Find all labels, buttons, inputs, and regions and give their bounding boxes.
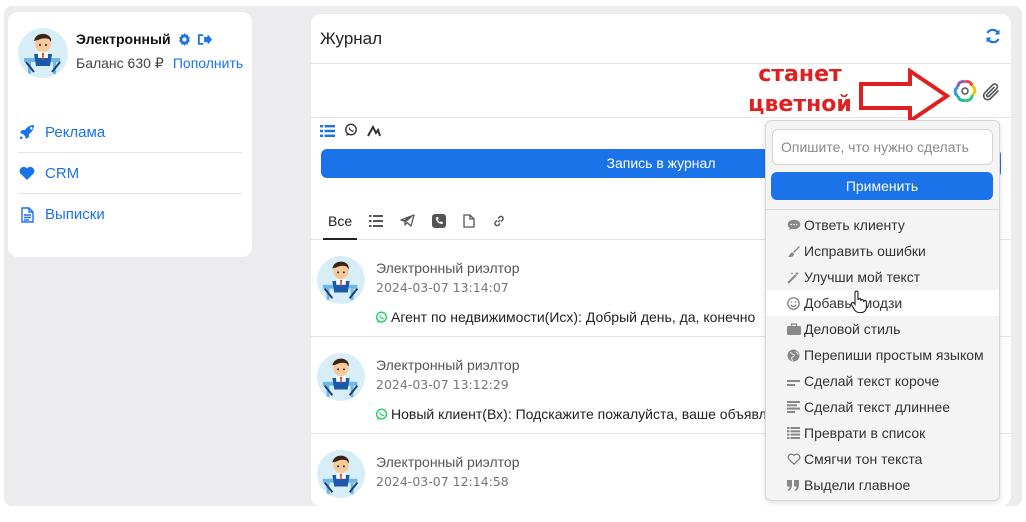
menu-item-label: Преврати в список (804, 425, 926, 441)
entry-timestamp: 2024-03-07 12:14:58 (376, 474, 509, 489)
menu-item-fix-errors[interactable]: Исправить ошибки (766, 238, 999, 264)
gear-icon[interactable] (178, 32, 191, 46)
journal-filter-tabs: Все (323, 204, 518, 240)
menu-item-to-list[interactable]: Преврати в список (766, 420, 999, 446)
entry-message: Новый клиент(Вх): Подскажите пожалуйста,… (391, 406, 767, 422)
user-card: Электронный Баланс 630 ₽ Пополнить (18, 28, 243, 78)
tab-all[interactable]: Все (323, 204, 358, 240)
menu-item-label: Исправить ошибки (804, 243, 926, 259)
menu-item-improve-text[interactable]: Улучши мой текст (766, 264, 999, 290)
apply-button[interactable]: Применить (771, 172, 993, 200)
tab-files[interactable] (458, 204, 480, 240)
entry-timestamp: 2024-03-07 13:14:07 (376, 280, 509, 295)
avatar[interactable] (18, 28, 68, 78)
menu-item-label: Ответь клиенту (804, 217, 905, 233)
divider (766, 209, 999, 210)
currency-symbol: ₽ (154, 55, 164, 71)
ai-assistant-icon[interactable] (953, 79, 977, 108)
smile-icon (786, 296, 801, 310)
file-icon (463, 213, 475, 231)
menu-item-simple-language[interactable]: Перепиши простым языком (766, 342, 999, 368)
globe-icon (786, 349, 801, 362)
whatsapp-icon[interactable] (344, 123, 358, 142)
chat-icon (786, 219, 801, 231)
tab-calls[interactable] (427, 204, 451, 240)
heart-outline-icon (786, 453, 801, 465)
tab-links[interactable] (487, 204, 511, 240)
document-icon (18, 206, 36, 223)
sidebar-item-crm[interactable]: CRM (18, 153, 242, 194)
annotation-line-1: станет (758, 62, 842, 87)
page-title: Журнал (320, 28, 383, 48)
avito-icon[interactable] (367, 124, 381, 142)
heart-icon (18, 166, 36, 180)
telegram-icon (400, 214, 415, 230)
menu-item-reply-client[interactable]: Ответь клиенту (766, 212, 999, 238)
menu-item-label: Перепиши простым языком (804, 347, 984, 363)
annotation-line-2: цветной (748, 92, 852, 117)
user-name: Электронный (76, 31, 171, 47)
list-icon (786, 427, 801, 439)
entry-author: Электронный риэлтор (376, 357, 520, 373)
magic-wand-icon (786, 271, 801, 284)
long-lines-icon (786, 401, 801, 413)
list-icon (369, 214, 384, 230)
quote-icon (786, 479, 801, 491)
sidebar-item-label: Реклама (45, 123, 106, 141)
logout-icon[interactable] (197, 33, 212, 46)
menu-item-label: Деловой стиль (804, 321, 901, 337)
tab-notes[interactable] (364, 204, 388, 240)
balance-label: Баланс 630 (76, 55, 151, 71)
avatar (317, 353, 365, 401)
entry-timestamp: 2024-03-07 13:12:29 (376, 377, 509, 392)
avatar (317, 450, 365, 498)
sidebar-item-statements[interactable]: Выписки (18, 194, 242, 235)
list-icon[interactable] (320, 124, 335, 142)
brush-icon (786, 245, 801, 258)
link-icon (492, 214, 506, 231)
paperclip-icon[interactable] (981, 81, 1003, 108)
menu-item-label: Выдели главное (804, 477, 911, 493)
menu-item-highlight-main[interactable]: Выдели главное (766, 472, 999, 498)
menu-item-label: Сделай текст короче (804, 373, 940, 389)
sidebar-item-ads[interactable]: Реклама (18, 112, 242, 153)
sidebar-item-label: Выписки (45, 206, 105, 223)
refresh-icon[interactable] (985, 28, 1001, 49)
hand-cursor-icon (850, 290, 867, 314)
sidebar-nav: Реклама CRM Выписки (18, 112, 242, 235)
ai-prompt-input[interactable] (772, 129, 993, 165)
journal-header: Журнал (311, 14, 1011, 64)
entry-author: Электронный риэлтор (376, 260, 520, 276)
menu-item-add-emoji[interactable]: Добавь эмодзи (766, 290, 999, 316)
sidebar-item-label: CRM (45, 164, 80, 182)
menu-item-longer[interactable]: Сделай текст длиннее (766, 394, 999, 420)
topup-link[interactable]: Пополнить (173, 55, 243, 72)
phone-icon (432, 213, 447, 231)
sidebar: Электронный Баланс 630 ₽ Пополнить Рекла… (8, 12, 252, 257)
whatsapp-icon (375, 310, 388, 324)
ai-rewrite-menu: Применить Ответь клиенту Исправить ошибк… (765, 120, 1000, 501)
entry-author: Электронный риэлтор (376, 454, 520, 470)
briefcase-icon (786, 323, 801, 335)
menu-item-label: Смягчи тон текста (804, 451, 923, 467)
menu-item-soften-tone[interactable]: Смягчи тон текста (766, 446, 999, 472)
menu-item-label: Улучши мой текст (804, 269, 921, 285)
annotation-text: станет цветной (742, 60, 858, 120)
menu-item-business-style[interactable]: Деловой стиль (766, 316, 999, 342)
menu-item-label: Сделай текст длиннее (804, 399, 951, 415)
whatsapp-icon (375, 407, 388, 421)
tab-messages[interactable] (395, 204, 420, 240)
menu-item-shorter[interactable]: Сделай текст короче (766, 368, 999, 394)
avatar (317, 256, 365, 304)
short-lines-icon (786, 375, 801, 387)
ai-action-list: Ответь клиенту Исправить ошибки Улучши м… (766, 212, 999, 498)
composer-channel-icons (320, 123, 381, 142)
rocket-icon (18, 124, 36, 140)
annotation-arrow (859, 68, 950, 124)
entry-message: Агент по недвижимости(Исх): Добрый день,… (391, 309, 756, 325)
